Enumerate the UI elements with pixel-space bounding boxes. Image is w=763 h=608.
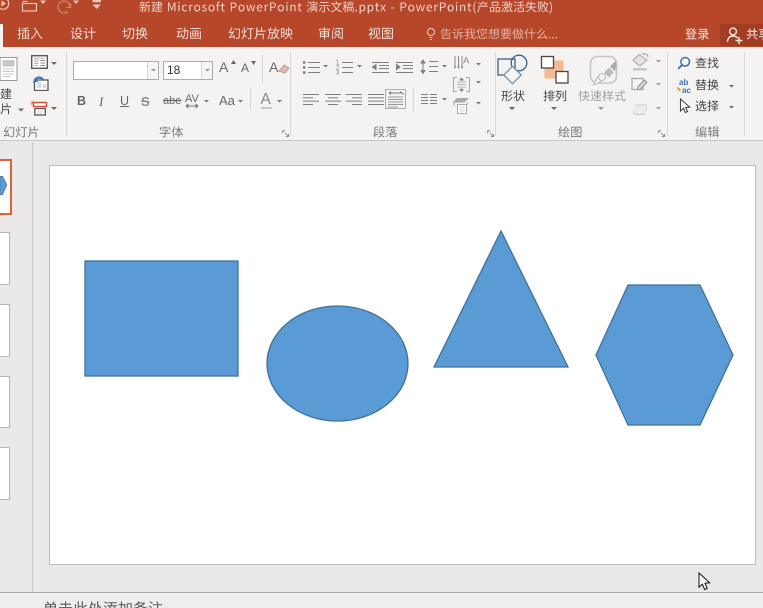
svg-text:ac: ac	[682, 86, 691, 94]
svg-text:3: 3	[336, 71, 340, 76]
svg-text:A: A	[463, 56, 470, 67]
